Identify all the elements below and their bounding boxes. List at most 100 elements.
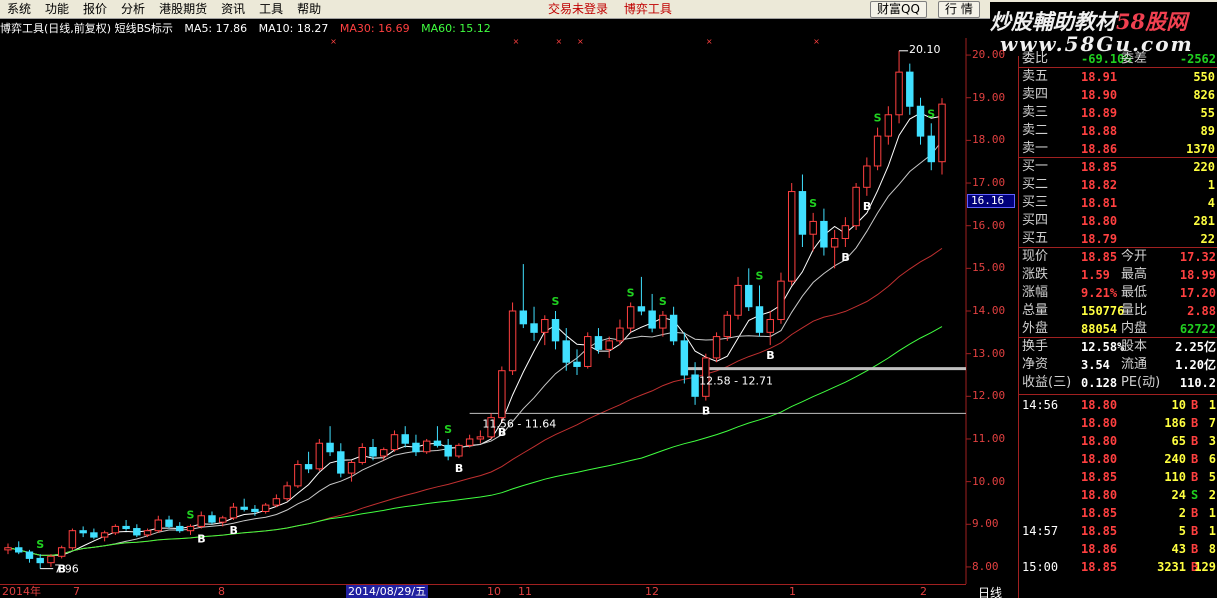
buy-signal: B <box>702 405 710 418</box>
candle <box>906 71 914 107</box>
quote-label-2: 量比 <box>1121 303 1148 318</box>
candle <box>380 449 388 457</box>
menu-analysis[interactable]: 分析 <box>114 0 152 19</box>
candle <box>57 547 66 557</box>
menu-help[interactable]: 帮助 <box>290 0 328 19</box>
tick-volume: 10 <box>1171 398 1186 412</box>
quote-value: 12.58% <box>1081 340 1125 354</box>
candle <box>143 530 152 536</box>
candle <box>637 306 646 312</box>
candle <box>519 310 528 325</box>
bid-row[interactable]: 买一 18.85 220 <box>1019 158 1217 176</box>
quote-value-2: 17.32 <box>1179 250 1216 264</box>
ask-row[interactable]: 卖三 18.89 55 <box>1019 104 1217 122</box>
menu-hk-futures[interactable]: 港股期货 <box>152 0 214 19</box>
quote-label: 收益(三) <box>1022 375 1072 390</box>
menu-news[interactable]: 资讯 <box>214 0 252 19</box>
candle <box>304 464 313 470</box>
quote-row: 换手 12.58% 股本 2.25亿 <box>1019 338 1217 356</box>
quote-value: 150776 <box>1081 304 1125 318</box>
bid-price: 18.85 <box>1081 160 1118 174</box>
tick-side: B <box>1191 542 1199 556</box>
candle <box>229 506 238 519</box>
menu-function[interactable]: 功能 <box>38 0 76 19</box>
tick-count: 129 <box>1194 560 1216 574</box>
date-label: 12 <box>645 585 659 598</box>
kline-chart[interactable]: SBSBBSBBSSSBSBSBSBS20.107.9611.56 - 11.6… <box>0 38 1018 584</box>
quote-label-2: 股本 <box>1121 339 1148 354</box>
bid-qty: 1 <box>1207 178 1215 192</box>
candle <box>809 220 817 235</box>
wealth-qq-button[interactable]: 财富QQ <box>870 1 927 18</box>
sell-signal: S <box>187 508 195 521</box>
ask-price: 18.91 <box>1081 70 1118 84</box>
sell-signal: S <box>874 112 882 125</box>
tick-volume: 110 <box>1164 470 1186 484</box>
ask-row[interactable]: 卖二 18.88 89 <box>1019 122 1217 140</box>
candle <box>680 340 689 376</box>
tick-time: 15:00 <box>1022 560 1059 574</box>
bid-row[interactable]: 买二 18.82 1 <box>1019 176 1217 194</box>
tick-volume: 5 <box>1178 524 1186 538</box>
candle <box>240 506 248 510</box>
tick-row: 18.80 240 B 6 <box>1019 450 1217 468</box>
bid-price: 18.79 <box>1081 232 1118 246</box>
bid-label: 买三 <box>1022 195 1049 210</box>
quote-label: 换手 <box>1022 339 1049 354</box>
tick-count: 2 <box>1208 488 1216 502</box>
tick-price: 18.86 <box>1081 542 1118 556</box>
event-marker: × <box>556 38 563 46</box>
quote-value: 1.59 <box>1081 268 1110 282</box>
candle <box>337 451 345 474</box>
quote-label: 净资 <box>1022 357 1049 372</box>
date-label: 1 <box>789 585 796 598</box>
bid-row[interactable]: 买四 18.80 281 <box>1019 212 1217 230</box>
trade-status-link[interactable]: 交易未登录 <box>548 2 608 16</box>
ask-row[interactable]: 卖五 18.91 550 <box>1019 68 1217 86</box>
event-marker: × <box>813 38 820 46</box>
candle <box>90 532 98 538</box>
candle <box>68 530 77 549</box>
ma5-label: MA5: 17.86 <box>184 22 248 35</box>
candle <box>347 461 356 474</box>
ma5-line <box>7 112 943 556</box>
quote-label: 现价 <box>1022 249 1049 264</box>
bid-row[interactable]: 买三 18.81 4 <box>1019 194 1217 212</box>
sell-signal: S <box>552 295 560 308</box>
candle <box>734 284 742 316</box>
menu-quote[interactable]: 报价 <box>76 0 114 19</box>
ask-row[interactable]: 卖一 18.86 1370 <box>1019 140 1217 158</box>
price-axis-label: 11.00 <box>972 431 1006 445</box>
bid-row[interactable]: 买五 18.79 22 <box>1019 230 1217 248</box>
bid-qty: 220 <box>1193 160 1215 174</box>
candle <box>444 444 452 457</box>
order-ratio-label: 委比 <box>1022 51 1049 66</box>
game-tool-link[interactable]: 博弈工具 <box>624 2 672 16</box>
ask-row[interactable]: 卖四 18.90 826 <box>1019 86 1217 104</box>
bid-qty: 281 <box>1193 214 1215 228</box>
market-button[interactable]: 行 情 <box>938 1 980 18</box>
candle <box>176 525 184 532</box>
quote-value-2: 110.2 <box>1179 376 1216 390</box>
candle <box>927 135 935 163</box>
price-axis-label: 16.00 <box>972 218 1006 232</box>
price-axis-label: 18.00 <box>972 133 1006 147</box>
candle <box>15 547 23 553</box>
price-axis-label: 8.00 <box>972 559 999 573</box>
candle <box>433 440 442 446</box>
buy-signal: B <box>229 524 237 537</box>
candle <box>691 374 699 397</box>
menu-system[interactable]: 系统 <box>0 0 38 19</box>
price-axis-label: 20.00 <box>972 48 1006 62</box>
ask-label: 卖二 <box>1022 123 1049 138</box>
period-label[interactable]: 日线 <box>978 584 1002 598</box>
tick-count: 7 <box>1208 416 1216 430</box>
chart-title: 博弈工具(日线,前复权) 短线BS标示 <box>0 22 173 35</box>
candle <box>830 237 839 248</box>
candle <box>261 504 270 512</box>
candle <box>841 225 850 239</box>
candle <box>723 314 732 338</box>
menu-tools[interactable]: 工具 <box>252 0 290 19</box>
buy-signal: B <box>197 533 205 546</box>
tick-row: 18.86 43 B 8 <box>1019 540 1217 558</box>
